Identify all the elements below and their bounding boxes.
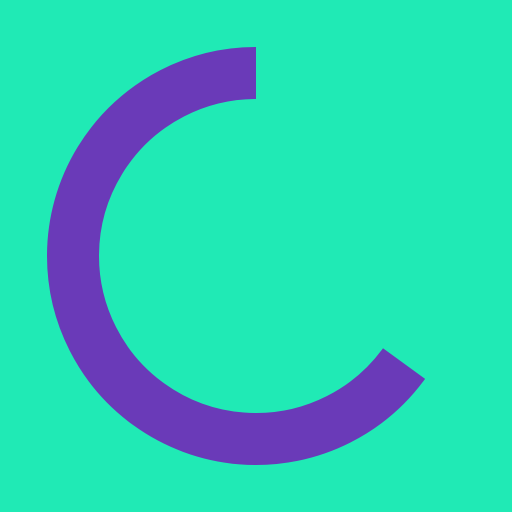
logo-graphic (0, 0, 512, 512)
app-logo-canvas (0, 0, 512, 512)
